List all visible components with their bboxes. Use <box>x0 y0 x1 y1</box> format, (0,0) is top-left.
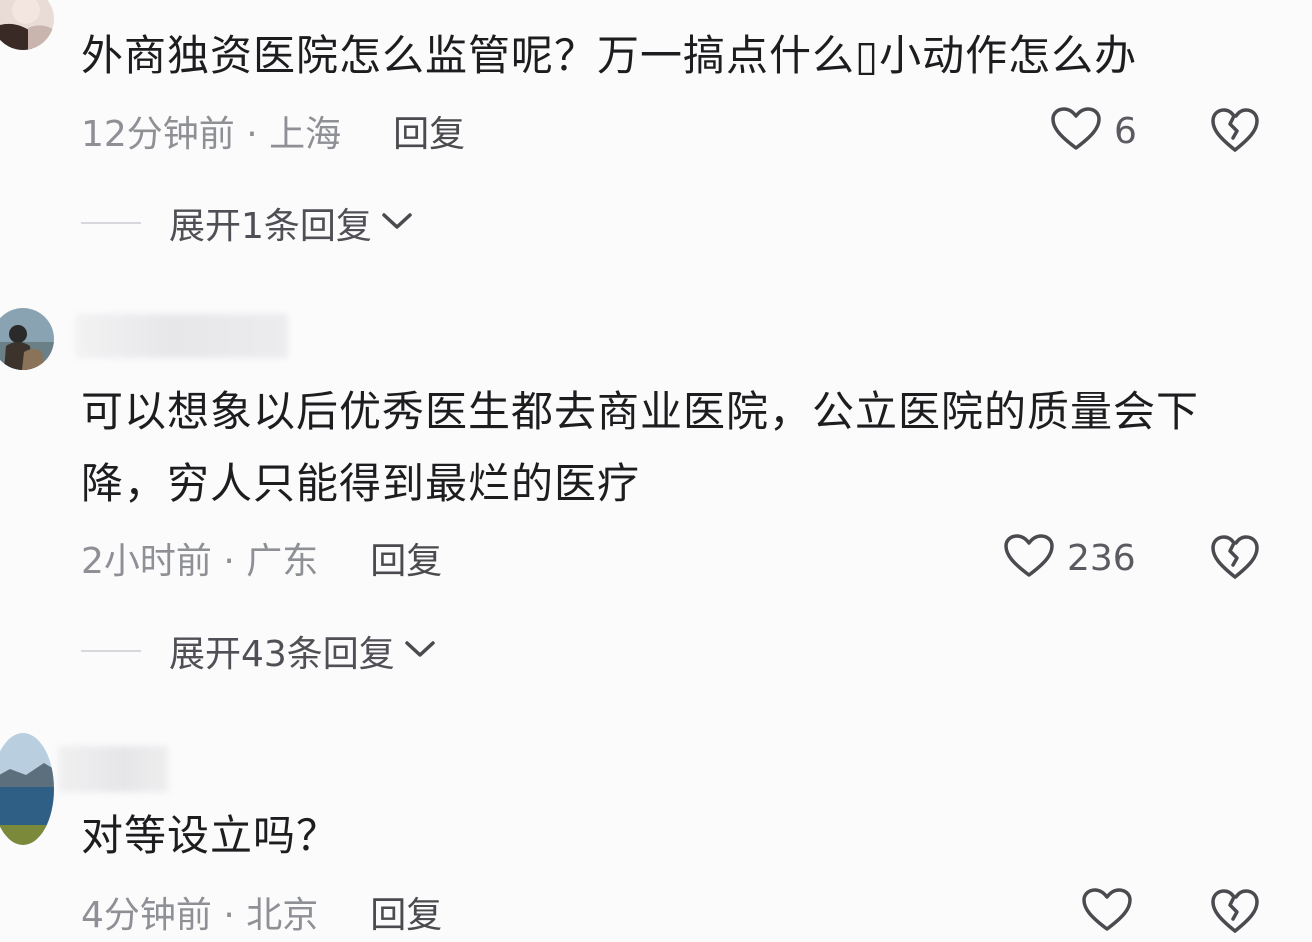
chevron-down-icon <box>380 209 414 237</box>
username-blurred <box>58 746 168 792</box>
expand-replies-label: 展开1条回复 <box>169 206 372 247</box>
avatar[interactable] <box>0 0 54 50</box>
username-blurred <box>76 314 288 358</box>
expand-replies-button[interactable]: 展开1条回复 <box>81 198 414 248</box>
like-count: 6 <box>1114 110 1137 152</box>
broken-heart-icon <box>1210 108 1260 158</box>
comment-meta: 12分钟前 · 上海 回复 <box>81 106 465 156</box>
comment-text: 可以想象以后优秀医生都去商业医院，公立医院的质量会下降，穷人只能得到最烂的医疗 <box>81 387 1200 508</box>
reply-button[interactable]: 回复 <box>370 886 442 938</box>
comment-text: 外商独资医院怎么监管呢？万一搞点什么▯小动作怎么办 <box>81 31 1138 80</box>
like-button[interactable]: 236 <box>1003 533 1136 583</box>
heart-outline-icon <box>1081 887 1133 937</box>
reply-button[interactable]: 回复 <box>370 532 442 584</box>
avatar[interactable] <box>0 733 54 845</box>
dislike-button[interactable] <box>1210 106 1260 156</box>
dislike-button[interactable] <box>1210 533 1260 583</box>
divider-line <box>81 222 141 224</box>
comment-list: 外商独资医院怎么监管呢？万一搞点什么▯小动作怎么办 12分钟前 · 上海 回复 … <box>0 0 1312 942</box>
heart-outline-icon <box>1003 533 1055 583</box>
broken-heart-icon <box>1210 889 1260 939</box>
dislike-button[interactable] <box>1210 887 1260 937</box>
comment-text: 对等设立吗？ <box>81 811 340 860</box>
like-count: 236 <box>1067 537 1136 579</box>
divider-line <box>81 650 141 652</box>
broken-heart-icon <box>1210 535 1260 585</box>
avatar[interactable] <box>0 308 54 370</box>
chevron-down-icon <box>403 637 437 665</box>
comment-meta: 4分钟前 · 北京 回复 <box>81 887 442 937</box>
heart-outline-icon <box>1050 106 1102 156</box>
expand-replies-button[interactable]: 展开43条回复 <box>81 626 437 676</box>
comment-meta: 2小时前 · 广东 回复 <box>81 533 442 583</box>
comment-time-location: 12分钟前 · 上海 <box>81 114 342 155</box>
comment-time-location: 4分钟前 · 北京 <box>81 895 319 936</box>
like-button[interactable]: 6 <box>1050 106 1137 156</box>
expand-replies-label: 展开43条回复 <box>169 634 395 675</box>
comment-time-location: 2小时前 · 广东 <box>81 541 319 582</box>
reply-button[interactable]: 回复 <box>393 105 465 157</box>
like-button[interactable] <box>1081 887 1145 937</box>
